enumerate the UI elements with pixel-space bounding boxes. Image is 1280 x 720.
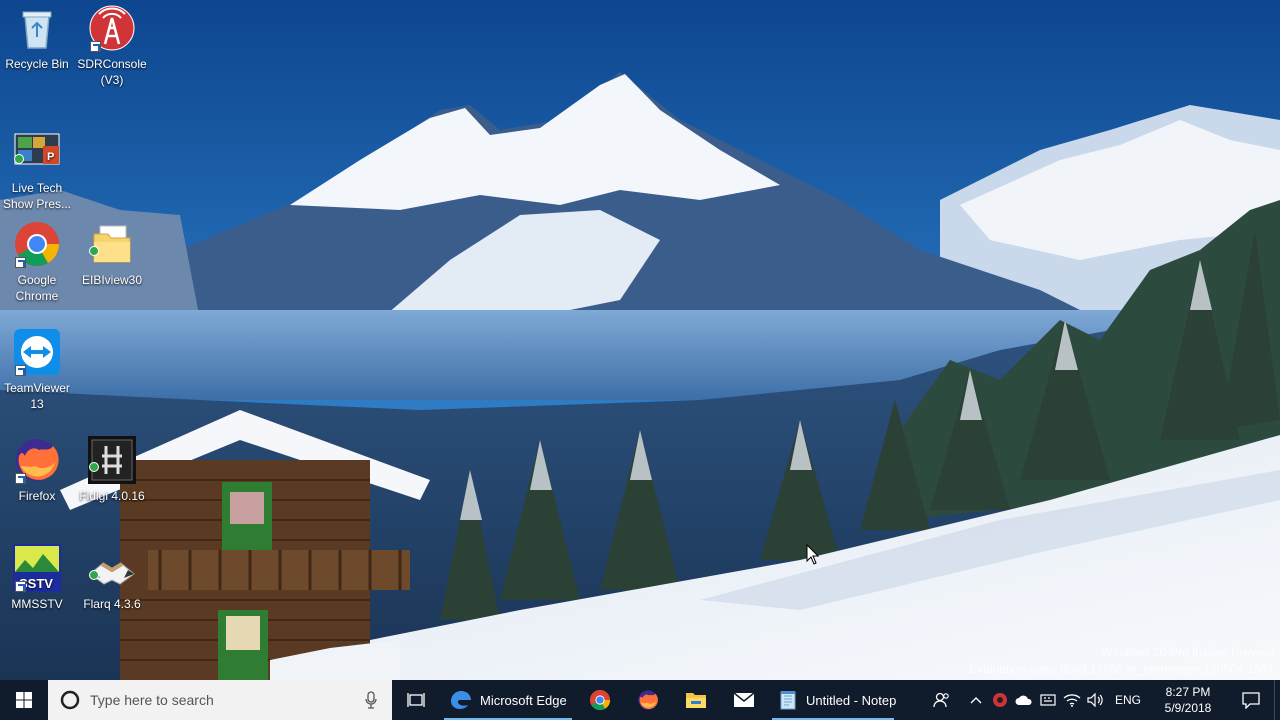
- fldigi-icon: [88, 436, 136, 484]
- task-view-icon: [407, 693, 425, 707]
- powerpoint-file-icon: P: [13, 128, 61, 176]
- search-placeholder: Type here to search: [90, 692, 214, 708]
- system-tray: ENG 8:27 PM 5/9/2018: [920, 680, 1280, 720]
- teamviewer-icon: [13, 328, 61, 376]
- mmsstv-icon: SSTV: [13, 544, 61, 592]
- desktop-icon-google-chrome[interactable]: Google Chrome: [0, 220, 74, 304]
- notification-icon: [1242, 692, 1260, 709]
- desktop-icon-mmsstv[interactable]: SSTV MMSSTV: [0, 544, 74, 612]
- desktop-icon-label: SDRConsole (V3): [77, 57, 147, 87]
- desktop-icon-label: Fldigi 4.0.16: [79, 489, 145, 503]
- taskbar-app-notepad-label: Untitled - Notep: [806, 692, 897, 708]
- desktop-icon-label: EIBIview30: [81, 273, 143, 287]
- tray-onedrive-button[interactable]: [1012, 680, 1036, 720]
- taskbar-app-firefox[interactable]: [624, 680, 672, 720]
- action-center-button[interactable]: [1228, 680, 1274, 720]
- recycle-bin-icon: [13, 4, 61, 52]
- wifi-icon: [1063, 694, 1081, 707]
- edge-icon: [451, 691, 471, 709]
- clock-button[interactable]: 8:27 PM 5/9/2018: [1148, 680, 1228, 720]
- notepad-icon: [780, 691, 796, 710]
- show-hidden-icons-button[interactable]: [964, 680, 988, 720]
- taskbar-app-mail[interactable]: [720, 680, 768, 720]
- desktop-icon-label: TeamViewer 13: [4, 381, 70, 411]
- watermark-line-1: Windows 10 Pro Insider Preview: [1101, 645, 1274, 659]
- folder-icon: [88, 220, 136, 268]
- desktop-icon-eibiview[interactable]: EIBIview30: [75, 220, 149, 288]
- desktop-icon-label: Flarq 4.3.6: [83, 597, 141, 611]
- desktop-icon-teamviewer[interactable]: TeamViewer 13: [0, 328, 74, 412]
- tray-volume-button[interactable]: [1084, 680, 1108, 720]
- desktop-icon-fldigi[interactable]: Fldigi 4.0.16: [75, 436, 149, 504]
- desktop-icon-recycle-bin[interactable]: Recycle Bin: [0, 4, 74, 72]
- mail-icon: [733, 692, 755, 707]
- taskbar-app-notepad[interactable]: Untitled - Notep: [768, 680, 898, 720]
- input-language-label: ENG: [1114, 693, 1141, 707]
- desktop-icon-label: Google Chrome: [15, 273, 59, 303]
- desktop-icon-live-tech-show[interactable]: P Live Tech Show Pres...: [0, 128, 74, 212]
- windows-logo-icon: [16, 692, 32, 708]
- chrome-icon: [13, 220, 61, 268]
- firefox-icon: [638, 690, 658, 710]
- windows-evaluation-watermark: Windows 10 Pro Insider Preview Evaluatio…: [969, 644, 1274, 678]
- show-desktop-button[interactable]: [1274, 680, 1280, 720]
- desktop-icon-label: Firefox: [18, 489, 56, 503]
- chrome-icon: [589, 689, 611, 711]
- taskbar-search-box[interactable]: Type here to search: [48, 680, 392, 720]
- desktop-icon-label: Live Tech Show Pres...: [2, 181, 72, 211]
- people-icon: [933, 692, 949, 708]
- clock-date: 5/9/2018: [1164, 701, 1212, 715]
- taskbar-app-chrome[interactable]: [576, 680, 624, 720]
- chevron-up-icon: [970, 697, 982, 704]
- tray-ime-button[interactable]: [1036, 680, 1060, 720]
- taskbar-app-file-explorer[interactable]: [672, 680, 720, 720]
- people-button[interactable]: [920, 680, 964, 720]
- file-explorer-icon: [686, 693, 706, 708]
- tray-security-icon-button[interactable]: [988, 680, 1012, 720]
- flarq-icon: [88, 544, 136, 592]
- taskbar-app-edge-label: Microsoft Edge: [480, 692, 567, 708]
- mouse-cursor-icon: [806, 543, 820, 566]
- cortana-icon: [60, 690, 80, 710]
- sdrconsole-icon: [88, 4, 136, 52]
- taskbar-app-edge[interactable]: Microsoft Edge: [440, 680, 576, 720]
- security-shield-icon: [993, 693, 1007, 707]
- input-language-button[interactable]: ENG: [1108, 680, 1148, 720]
- desktop-icon-flarq[interactable]: Flarq 4.3.6: [75, 544, 149, 612]
- taskbar: Type here to search Microsoft Edge Untit…: [0, 680, 1280, 720]
- tray-network-button[interactable]: [1060, 680, 1084, 720]
- start-button[interactable]: [0, 680, 48, 720]
- microphone-icon[interactable]: [364, 691, 378, 709]
- firefox-icon: [13, 436, 61, 484]
- desktop-icon-label: MMSSTV: [11, 597, 63, 611]
- desktop-wallpaper: [0, 0, 1280, 680]
- watermark-line-2: Evaluation copy. Build 17666.rs_prerelea…: [969, 662, 1274, 676]
- desktop-icon-label: Recycle Bin: [5, 57, 69, 71]
- desktop-icon-sdrconsole[interactable]: SDRConsole (V3): [75, 4, 149, 88]
- onedrive-cloud-icon: [1015, 695, 1032, 705]
- clock-time: 8:27 PM: [1165, 685, 1211, 699]
- keyboard-ime-icon: [1040, 694, 1056, 706]
- svg-text:P: P: [47, 151, 54, 163]
- speaker-volume-icon: [1087, 693, 1103, 707]
- desktop-icon-firefox[interactable]: Firefox: [0, 436, 74, 504]
- task-view-button[interactable]: [392, 680, 440, 720]
